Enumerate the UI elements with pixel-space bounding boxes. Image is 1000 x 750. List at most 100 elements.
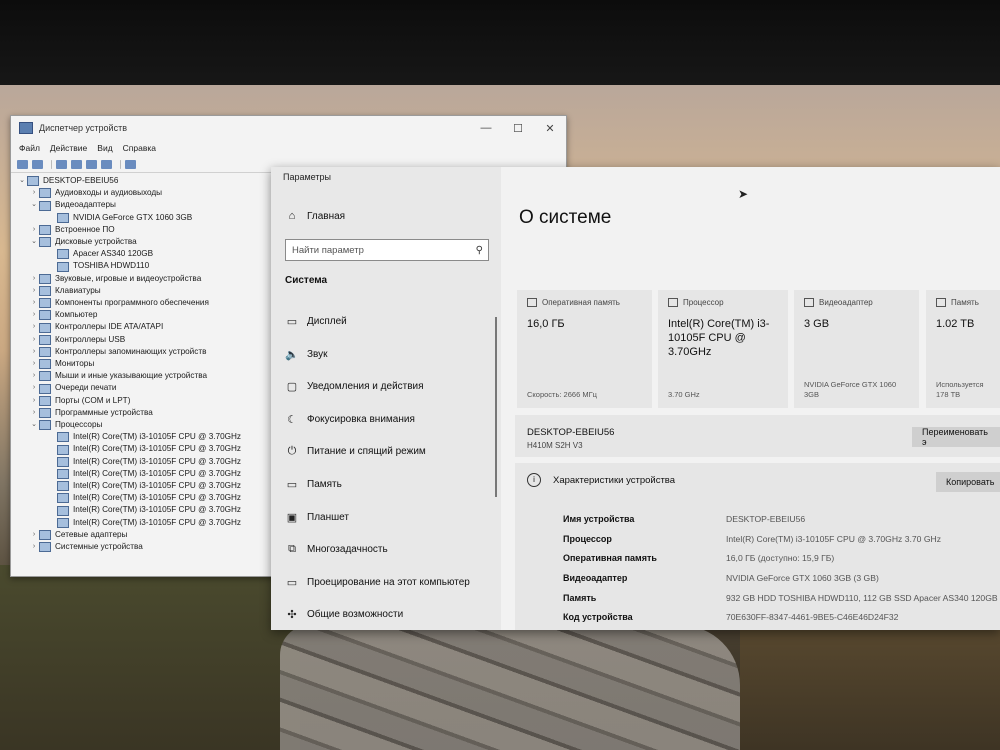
- device-tree-label: Intel(R) Core(TM) i3-10105F CPU @ 3.70GH…: [73, 493, 242, 503]
- device-icon: [57, 432, 69, 443]
- card-cpu-value: Intel(R) Core(TM) i3-10105F CPU @ 3.70GH…: [668, 318, 770, 358]
- notifications-icon: ▢: [286, 381, 298, 394]
- device-tree-label: Аудиовходы и аудиовыходы: [55, 188, 163, 198]
- device-tree-label: Видеоадаптеры: [55, 200, 116, 210]
- spec-key: Память: [563, 592, 597, 603]
- nav-item-display[interactable]: ▭ Дисплей: [285, 315, 347, 328]
- chevron-right-icon[interactable]: ›: [29, 541, 39, 553]
- spec-value: NVIDIA GeForce GTX 1060 3GB (3 GB): [726, 572, 879, 583]
- device-tree-label: Клавиатуры: [55, 285, 101, 295]
- focus-assist-icon: ☾: [287, 413, 297, 426]
- nav-item-power[interactable]: ⏻ Питание и спящий режим: [285, 445, 426, 458]
- device-icon: [57, 493, 69, 504]
- spec-value: 932 GB HDD TOSHIBA HDWD110, 112 GB SSD A…: [726, 592, 998, 603]
- chevron-down-icon[interactable]: ⌄: [17, 175, 27, 187]
- chevron-down-icon[interactable]: ⌄: [29, 199, 39, 211]
- nav-item-sound[interactable]: 🔈 Звук: [285, 348, 327, 361]
- menu-view[interactable]: Вид: [97, 143, 112, 153]
- spec-value: 16,0 ГБ (доступно: 15,9 ГБ): [726, 553, 835, 564]
- device-tree-label: Программные устройства: [55, 407, 153, 417]
- device-manager-icon: [19, 122, 33, 134]
- chevron-right-icon[interactable]: ›: [29, 358, 39, 370]
- nav-item-projecting[interactable]: ▭ Проецирование на этот компьютер: [285, 576, 470, 589]
- toolbar-separator: [120, 159, 121, 169]
- chevron-right-icon[interactable]: ›: [29, 309, 39, 321]
- nav-item-multitasking[interactable]: ⧉ Многозадачность: [285, 543, 388, 556]
- menu-help[interactable]: Справка: [123, 143, 156, 153]
- monitor-icon[interactable]: [125, 159, 136, 169]
- chevron-right-icon[interactable]: ›: [29, 224, 39, 236]
- nav-item-label: Питание и спящий режим: [307, 446, 426, 458]
- device-tree-label: Процессоры: [55, 420, 103, 430]
- nav-item-focus-assist[interactable]: ☾ Фокусировка внимания: [285, 413, 415, 426]
- nav-item-shared-experiences[interactable]: ✣ Общие возможности: [285, 608, 403, 621]
- search-icon: ⚲: [475, 244, 483, 256]
- details-icon[interactable]: [101, 159, 112, 169]
- specs-header: i Характеристики устройства: [527, 473, 675, 487]
- card-gpu-header: Видеоадаптер: [819, 298, 873, 307]
- chevron-right-icon[interactable]: ›: [29, 370, 39, 382]
- about-page: О системе ➤ Оперативная память 16,0 ГБ С…: [501, 167, 1000, 630]
- back-icon[interactable]: [17, 159, 28, 169]
- chevron-right-icon[interactable]: ›: [29, 346, 39, 358]
- device-icon: [39, 322, 51, 333]
- device-tree-label: Мыши и иные указывающие устройства: [55, 371, 208, 381]
- device-tree-label: Intel(R) Core(TM) i3-10105F CPU @ 3.70GH…: [73, 444, 242, 454]
- device-icon: [39, 224, 51, 235]
- spec-value: 70E630FF-8347-4461-9BE5-C46E46D24F32: [726, 612, 899, 623]
- chevron-down-icon[interactable]: ⌄: [29, 419, 39, 431]
- device-tree-label: Intel(R) Core(TM) i3-10105F CPU @ 3.70GH…: [73, 505, 242, 515]
- spec-row: Процессор Intel(R) Core(TM) i3-10105F CPU…: [563, 529, 998, 549]
- display-icon: ▭: [286, 316, 298, 328]
- nav-item-notifications[interactable]: ▢ Уведомления и действия: [285, 380, 424, 393]
- device-name-band: DESKTOP-EBEIU56 H410M S2H V3 Переименова…: [515, 415, 1000, 457]
- maximize-button[interactable]: ☐: [502, 122, 534, 135]
- properties-icon[interactable]: [56, 159, 67, 169]
- minimize-button[interactable]: —: [470, 122, 502, 134]
- list-view-icon[interactable]: [71, 159, 82, 169]
- nav-item-tablet[interactable]: ▣ Планшет: [285, 511, 349, 524]
- settings-window: Параметры ⌂ Главная Найти параметр ⚲ Сис…: [271, 167, 1000, 630]
- rename-button[interactable]: Переименовать э: [912, 427, 1000, 447]
- nav-home[interactable]: ⌂ Главная: [285, 210, 345, 222]
- specs-list: Имя устройства DESKTOP-EBEIU56 Процессор In…: [563, 509, 998, 627]
- device-icon: [27, 176, 39, 187]
- card-storage: Память 1.02 TB Используется 178 TB: [926, 290, 1000, 408]
- device-icon: [57, 456, 69, 467]
- menu-action[interactable]: Действие: [50, 143, 87, 153]
- forward-icon[interactable]: [32, 159, 43, 169]
- storage-icon: ▭: [286, 479, 298, 491]
- chevron-right-icon[interactable]: ›: [29, 407, 39, 419]
- chevron-right-icon[interactable]: ›: [29, 321, 39, 333]
- chevron-right-icon[interactable]: ›: [29, 273, 39, 285]
- chevron-right-icon[interactable]: ›: [29, 529, 39, 541]
- chevron-right-icon[interactable]: ›: [29, 285, 39, 297]
- device-tree-label: Intel(R) Core(TM) i3-10105F CPU @ 3.70GH…: [73, 468, 242, 478]
- chevron-right-icon[interactable]: ›: [29, 187, 39, 199]
- copy-button[interactable]: Копировать: [936, 472, 1000, 492]
- close-button[interactable]: ✕: [534, 122, 566, 135]
- sidebar-scrollbar[interactable]: [495, 317, 497, 497]
- chevron-down-icon[interactable]: ⌄: [29, 236, 39, 248]
- nav-section-system: Система: [285, 275, 328, 286]
- settings-title: Параметры: [283, 172, 331, 182]
- chevron-right-icon[interactable]: ›: [29, 382, 39, 394]
- settings-sidebar: Параметры ⌂ Главная Найти параметр ⚲ Сис…: [271, 167, 501, 630]
- device-tree-label: Встроенное ПО: [55, 224, 115, 234]
- device-tree-label: Intel(R) Core(TM) i3-10105F CPU @ 3.70GH…: [73, 456, 242, 466]
- chevron-right-icon[interactable]: ›: [29, 297, 39, 309]
- menu-file[interactable]: Файл: [19, 143, 40, 153]
- help-icon[interactable]: [86, 159, 97, 169]
- device-icon: [39, 371, 51, 382]
- search-input[interactable]: Найти параметр ⚲: [285, 239, 489, 261]
- card-cpu-header: Процессор: [683, 298, 724, 307]
- spec-row: Оперативная память 16,0 ГБ (доступно: 15,…: [563, 548, 998, 568]
- power-icon: ⏻: [287, 445, 297, 458]
- device-icon: [39, 310, 51, 321]
- chevron-right-icon[interactable]: ›: [29, 395, 39, 407]
- specs-header-label: Характеристики устройства: [553, 474, 676, 486]
- page-title: О системе: [519, 207, 612, 228]
- chevron-right-icon[interactable]: ›: [29, 334, 39, 346]
- nav-item-storage[interactable]: ▭ Память: [285, 478, 342, 491]
- card-ram: Оперативная память 16,0 ГБ Скорость: 266…: [517, 290, 652, 408]
